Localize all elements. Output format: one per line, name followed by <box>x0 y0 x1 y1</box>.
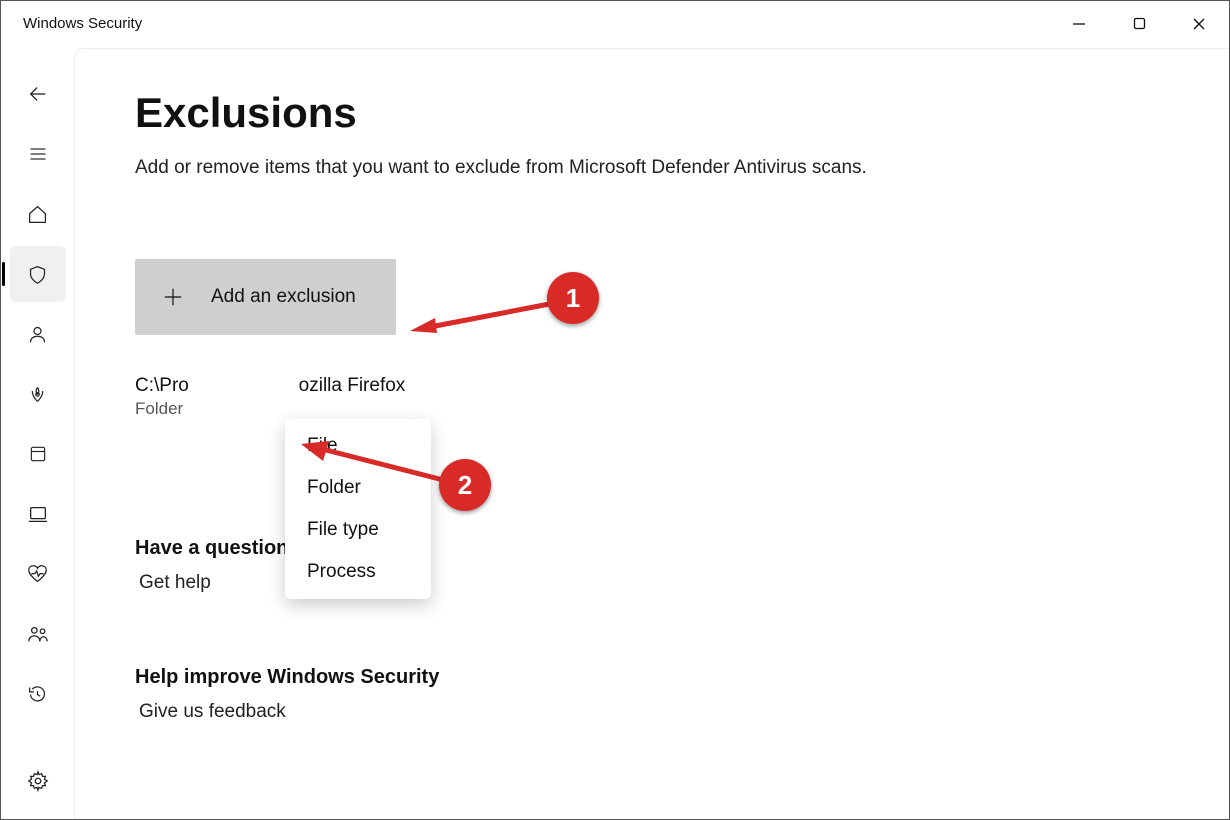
family-icon <box>27 623 49 645</box>
annotation-badge-2: 2 <box>439 459 491 511</box>
window-title: Windows Security <box>23 15 142 32</box>
exclusion-list-item[interactable]: C:\Program Files\Mozilla Firefox Folder <box>135 375 1169 419</box>
menu-item-folder[interactable]: Folder <box>285 467 431 509</box>
minimize-icon <box>1072 17 1086 31</box>
shield-icon <box>27 264 48 285</box>
titlebar: Windows Security <box>1 1 1229 46</box>
close-button[interactable] <box>1169 1 1229 46</box>
content-panel: Exclusions Add or remove items that you … <box>74 48 1229 819</box>
nav-home[interactable] <box>10 186 66 242</box>
page-subtitle: Add or remove items that you want to exc… <box>135 157 1169 179</box>
page-title: Exclusions <box>135 89 1169 137</box>
menu-item-filetype[interactable]: File type <box>285 509 431 551</box>
maximize-button[interactable] <box>1109 1 1169 46</box>
nav-firewall[interactable] <box>10 366 66 422</box>
nav-menu[interactable] <box>10 126 66 182</box>
back-icon <box>27 83 49 105</box>
annotation-badge-1: 1 <box>547 272 599 324</box>
add-exclusion-label: Add an exclusion <box>211 286 356 308</box>
history-icon <box>27 684 48 705</box>
nav-virus-protection[interactable] <box>10 246 66 302</box>
close-icon <box>1192 17 1206 31</box>
window-root: Windows Security <box>0 0 1230 820</box>
menu-item-file[interactable]: File <box>285 425 431 467</box>
nav-history[interactable] <box>10 666 66 722</box>
nav-device-security[interactable] <box>10 486 66 542</box>
exclusion-type-menu: File Folder File type Process <box>285 419 431 599</box>
nav-app-browser[interactable] <box>10 426 66 482</box>
add-exclusion-button[interactable]: Add an exclusion <box>135 259 396 335</box>
account-icon <box>27 324 48 345</box>
window-body: Exclusions Add or remove items that you … <box>1 46 1229 819</box>
nav-settings[interactable] <box>10 753 66 809</box>
device-health-icon <box>27 564 48 585</box>
exclusion-path: C:\Program Files\Mozilla Firefox <box>135 375 1169 397</box>
window-controls <box>1049 1 1229 46</box>
settings-icon <box>27 770 49 792</box>
firewall-icon <box>27 384 48 405</box>
app-browser-icon <box>28 444 48 464</box>
menu-item-process[interactable]: Process <box>285 551 431 593</box>
device-security-icon <box>27 503 49 525</box>
home-icon <box>27 204 48 225</box>
nav-family[interactable] <box>10 606 66 662</box>
minimize-button[interactable] <box>1049 1 1109 46</box>
feedback-section: Help improve Windows Security Give us fe… <box>135 666 1169 723</box>
exclusion-type: Folder <box>135 399 1169 419</box>
feedback-heading: Help improve Windows Security <box>135 666 1169 689</box>
nav-back[interactable] <box>10 66 66 122</box>
plus-icon <box>161 285 185 309</box>
give-feedback-link[interactable]: Give us feedback <box>135 701 1169 723</box>
nav-device-health[interactable] <box>10 546 66 602</box>
sidebar <box>1 46 74 819</box>
nav-account[interactable] <box>10 306 66 362</box>
maximize-icon <box>1133 17 1146 30</box>
menu-icon <box>28 144 48 164</box>
